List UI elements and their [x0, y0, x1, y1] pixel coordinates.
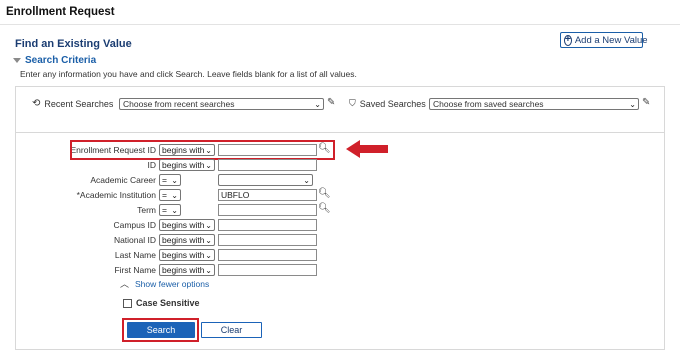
bookmark-icon: ⛉: [349, 98, 356, 108]
field-label-term: Term: [137, 205, 156, 215]
plus-circle-icon: +: [564, 34, 572, 46]
annotation-highlight-search: [122, 318, 199, 342]
chevron-down-icon: ⌄: [205, 220, 212, 230]
saved-searches-select[interactable]: Choose from saved searches ⌄: [429, 98, 639, 110]
field-label-academic-institution: *Academic Institution: [76, 190, 156, 200]
chevron-down-icon: ⌄: [205, 235, 212, 245]
edit-saved-pencil-icon[interactable]: ✎: [642, 97, 650, 108]
case-sensitive-option[interactable]: Case Sensitive: [123, 298, 200, 308]
collapse-triangle-icon: [13, 58, 21, 63]
show-fewer-options-link[interactable]: ︿ Show fewer options: [120, 277, 209, 290]
chevron-down-icon: ⌄: [205, 265, 212, 275]
chevron-down-icon: ⌄: [171, 190, 178, 200]
field-label-id: ID: [147, 160, 157, 170]
saved-searches-label: ⛉ Saved Searches: [349, 98, 426, 109]
history-icon: ⟲: [32, 98, 41, 109]
search-instructions: Enter any information you have and click…: [20, 69, 357, 79]
field-label-first-name: First Name: [114, 265, 156, 275]
term-input[interactable]: [218, 204, 317, 216]
chevron-down-icon: ⌄: [171, 205, 178, 215]
page-title: Enrollment Request: [6, 6, 115, 18]
recent-searches-label: ⟲ Recent Searches: [32, 98, 114, 109]
search-criteria-toggle[interactable]: Search Criteria: [13, 55, 96, 66]
operator-select-academic-institution[interactable]: = ⌄: [159, 189, 181, 201]
case-sensitive-checkbox[interactable]: [123, 298, 132, 308]
lookup-magnifier-icon[interactable]: 🔍︎: [318, 203, 331, 214]
field-label-national-id: National ID: [113, 235, 156, 245]
find-existing-title: Find an Existing Value: [15, 38, 132, 50]
academic-institution-input[interactable]: UBFLO: [218, 189, 317, 201]
field-label-last-name: Last Name: [114, 250, 156, 260]
field-label-campus-id: Campus ID: [113, 220, 156, 230]
operator-select-term[interactable]: = ⌄: [159, 204, 181, 216]
operator-select-academic-career[interactable]: = ⌄: [159, 174, 181, 186]
lookup-magnifier-icon[interactable]: 🔍︎: [318, 188, 331, 199]
annotation-arrow-icon: [346, 140, 388, 158]
operator-select-first-name[interactable]: begins with ⌄: [159, 264, 215, 276]
add-new-value-label: Add a New Value: [574, 34, 648, 46]
search-criteria-label: Search Criteria: [25, 55, 97, 66]
title-divider: [0, 24, 680, 25]
edit-recent-pencil-icon[interactable]: ✎: [327, 97, 335, 108]
operator-select-last-name[interactable]: begins with ⌄: [159, 249, 215, 261]
chevron-up-icon: ︿: [120, 279, 130, 289]
search-panel: ⟲ Recent Searches Choose from recent sea…: [15, 86, 665, 350]
chevron-down-icon: ⌄: [314, 99, 321, 109]
chevron-down-icon: ⌄: [171, 175, 178, 185]
chevron-down-icon: ⌄: [303, 175, 310, 185]
id-input[interactable]: [218, 159, 317, 171]
campus-id-input[interactable]: [218, 219, 317, 231]
clear-button[interactable]: Clear: [201, 322, 262, 338]
chevron-down-icon: ⌄: [205, 250, 212, 260]
operator-select-id[interactable]: begins with ⌄: [159, 159, 215, 171]
national-id-input[interactable]: [218, 234, 317, 246]
recent-searches-select[interactable]: Choose from recent searches ⌄: [119, 98, 324, 110]
recent-saved-row: ⟲ Recent Searches Choose from recent sea…: [16, 87, 664, 133]
add-new-value-button[interactable]: + Add a New Value: [560, 32, 648, 48]
field-label-academic-career: Academic Career: [90, 175, 156, 185]
academic-career-select[interactable]: ⌄: [218, 174, 313, 186]
chevron-down-icon: ⌄: [629, 99, 636, 109]
annotation-highlight-enrollment-id: [70, 140, 335, 160]
operator-select-campus-id[interactable]: begins with ⌄: [159, 219, 215, 231]
operator-select-national-id[interactable]: begins with ⌄: [159, 234, 215, 246]
first-name-input[interactable]: [218, 264, 317, 276]
chevron-down-icon: ⌄: [205, 160, 212, 170]
last-name-input[interactable]: [218, 249, 317, 261]
